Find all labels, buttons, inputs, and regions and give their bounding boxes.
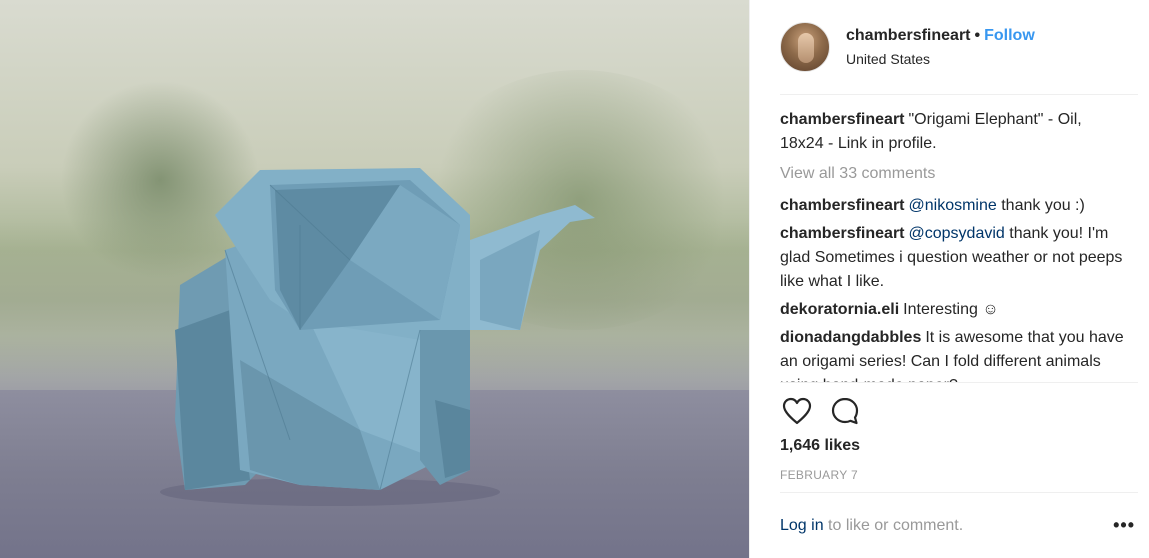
- comment-mention[interactable]: @nikosmine: [909, 197, 997, 214]
- more-options-icon[interactable]: •••: [1113, 515, 1135, 536]
- divider: [780, 94, 1138, 95]
- post-image[interactable]: [0, 0, 749, 558]
- login-prompt-text: to like or comment.: [823, 517, 964, 534]
- location-link[interactable]: United States: [846, 50, 1035, 68]
- divider: [780, 492, 1138, 493]
- comment-item: dekoratornia.eli Interesting ☺: [780, 298, 1125, 322]
- follow-button[interactable]: Follow: [984, 27, 1035, 44]
- login-link[interactable]: Log in: [780, 517, 824, 534]
- post-date[interactable]: FEBRUARY 7: [780, 468, 858, 482]
- comment-text: Interesting ☺: [903, 301, 999, 318]
- comments-section: chambersfineart "Origami Elephant" - Oil,…: [780, 108, 1125, 382]
- like-button[interactable]: [780, 394, 814, 428]
- username-link[interactable]: chambersfineart: [846, 27, 971, 44]
- avatar[interactable]: [780, 22, 830, 72]
- comment-author[interactable]: dionadangdabbles: [780, 329, 921, 346]
- comment-mention[interactable]: @copsydavid: [909, 225, 1005, 242]
- post-sidebar: chambersfineart • Follow United States cha…: [749, 0, 1149, 558]
- username-line: chambersfineart • Follow: [846, 26, 1035, 46]
- comment-item: chambersfineart @nikosmine thank you :): [780, 194, 1125, 218]
- caption: chambersfineart "Origami Elephant" - Oil,…: [780, 108, 1125, 156]
- header-text: chambersfineart • Follow United States: [846, 26, 1035, 68]
- action-bar: [780, 394, 876, 428]
- divider: [780, 382, 1138, 383]
- comment-author[interactable]: chambersfineart: [780, 197, 905, 214]
- comment-item: dionadangdabbles It is awesome that you h…: [780, 326, 1125, 382]
- instagram-post: chambersfineart • Follow United States cha…: [0, 0, 1149, 558]
- origami-elephant-painting: [160, 168, 595, 506]
- separator-dot: •: [974, 27, 981, 44]
- login-prompt: Log in to like or comment.: [780, 515, 1140, 537]
- comment-author[interactable]: chambersfineart: [780, 225, 905, 242]
- comment-button[interactable]: [828, 394, 862, 428]
- likes-count[interactable]: 1,646 likes: [780, 436, 860, 456]
- comment-item: chambersfineart @copsydavid thank you! I'…: [780, 222, 1125, 294]
- post-header: chambersfineart • Follow United States: [780, 20, 1140, 74]
- comment-author[interactable]: dekoratornia.eli: [780, 301, 899, 318]
- heart-icon: [782, 397, 812, 425]
- caption-author[interactable]: chambersfineart: [780, 111, 905, 128]
- comment-text: thank you :): [996, 197, 1085, 214]
- view-all-comments-link[interactable]: View all 33 comments: [780, 162, 1125, 186]
- comment-icon: [831, 397, 859, 425]
